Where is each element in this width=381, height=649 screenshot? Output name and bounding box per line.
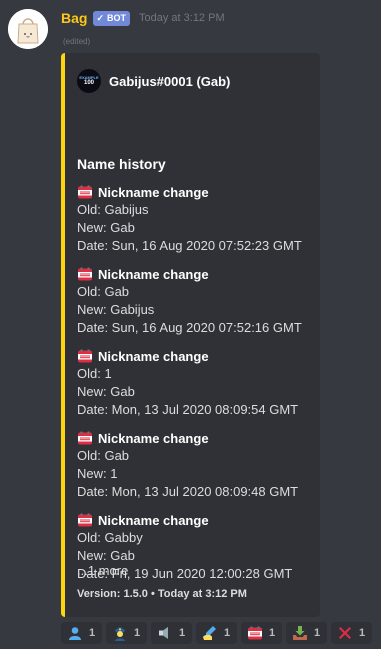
- bust-icon: [67, 625, 83, 641]
- embed-field: Nickname change Old: Gabijus New: Gab Da…: [77, 183, 317, 255]
- reaction-bust[interactable]: 1: [61, 622, 102, 644]
- author-icon: EXAMPLE 100: [77, 69, 101, 93]
- reaction-inbox-tray[interactable]: 1: [286, 622, 327, 644]
- field-date: Date: Mon, 13 Jul 2020 08:09:54 GMT: [77, 402, 299, 417]
- field-old: Old: Gab: [77, 284, 130, 299]
- reaction-count: 1: [89, 627, 96, 639]
- field-date: Date: Sun, 16 Aug 2020 07:52:16 GMT: [77, 320, 302, 335]
- field-title: Nickname change: [98, 184, 209, 200]
- embed-author-name: Gabijus#0001 (Gab): [109, 73, 231, 89]
- police-officer-icon: [112, 625, 128, 641]
- reaction-police-officer[interactable]: 1: [106, 622, 147, 644]
- reaction-speaker[interactable]: 1: [151, 622, 192, 644]
- chat-message: Bag ✓ BOT Today at 3:12 PM (edited) EXAM…: [0, 0, 381, 649]
- username[interactable]: Bag: [61, 10, 87, 26]
- embed-field: Nickname change Old: 1 New: Gab Date: Mo…: [77, 347, 317, 419]
- embed-author: EXAMPLE 100 Gabijus#0001 (Gab): [77, 69, 230, 93]
- field-new: New: Gab: [77, 384, 135, 399]
- writing-hand-icon: [202, 625, 218, 641]
- reaction-writing-hand[interactable]: 1: [196, 622, 237, 644]
- calendar-icon: [247, 625, 263, 641]
- reaction-cross-mark[interactable]: 1: [331, 622, 372, 644]
- field-date: Date: Mon, 13 Jul 2020 08:09:48 GMT: [77, 484, 299, 499]
- field-name: Nickname change: [77, 347, 317, 365]
- reaction-count: 1: [269, 627, 276, 639]
- calendar-icon: [78, 513, 92, 527]
- message-header: Bag ✓ BOT Today at 3:12 PM: [61, 9, 225, 27]
- embed-title: Name history: [77, 156, 166, 172]
- field-name: Nickname change: [77, 265, 317, 283]
- field-title: Nickname change: [98, 348, 209, 364]
- reaction-count: 1: [359, 627, 366, 639]
- more-entries: ...1 more: [77, 563, 129, 578]
- embed-field: Nickname change Old: Gab New: Gabijus Da…: [77, 265, 317, 337]
- field-name: Nickname change: [77, 183, 317, 201]
- embed: EXAMPLE 100 Gabijus#0001 (Gab) Name hist…: [61, 53, 320, 617]
- field-title: Nickname change: [98, 512, 209, 528]
- calendar-icon: [78, 431, 92, 445]
- field-title: Nickname change: [98, 266, 209, 282]
- field-date: Date: Sun, 16 Aug 2020 07:52:23 GMT: [77, 238, 302, 253]
- cross-mark-icon: [337, 625, 353, 641]
- reaction-count: 1: [314, 627, 321, 639]
- author-icon-text-bottom: 100: [83, 80, 94, 86]
- embed-field: Nickname change Old: Gab New: 1 Date: Mo…: [77, 429, 317, 501]
- avatar[interactable]: [8, 9, 48, 49]
- reaction-count: 1: [224, 627, 231, 639]
- bot-badge-label: BOT: [107, 12, 126, 23]
- message-timestamp[interactable]: Today at 3:12 PM: [139, 12, 225, 24]
- checkmark-icon: ✓: [96, 12, 104, 23]
- field-new: New: Gabijus: [77, 302, 155, 317]
- field-old: Old: Gab: [77, 448, 130, 463]
- speaker-icon: [157, 625, 173, 641]
- reaction-count: 1: [134, 627, 141, 639]
- calendar-icon: [78, 267, 92, 281]
- field-old: Old: 1: [77, 366, 112, 381]
- inbox-tray-icon: [292, 625, 308, 641]
- reaction-calendar[interactable]: 1: [241, 622, 282, 644]
- field-old: Old: Gabijus: [77, 202, 149, 217]
- edited-label: (edited): [63, 37, 91, 46]
- field-title: Nickname change: [98, 430, 209, 446]
- field-name: Nickname change: [77, 429, 317, 447]
- reaction-count: 1: [179, 627, 186, 639]
- calendar-icon: [78, 185, 92, 199]
- calendar-icon: [78, 349, 92, 363]
- tote-bag-icon: [8, 9, 48, 49]
- field-name: Nickname change: [77, 511, 317, 529]
- field-old: Old: Gabby: [77, 530, 143, 545]
- field-new: New: Gab: [77, 220, 135, 235]
- reactions: 1 1 1 1 1 1 1: [61, 622, 372, 644]
- field-new: New: 1: [77, 466, 118, 481]
- bot-badge: ✓ BOT: [93, 10, 130, 26]
- embed-footer: Version: 1.5.0 • Today at 3:12 PM: [77, 588, 247, 600]
